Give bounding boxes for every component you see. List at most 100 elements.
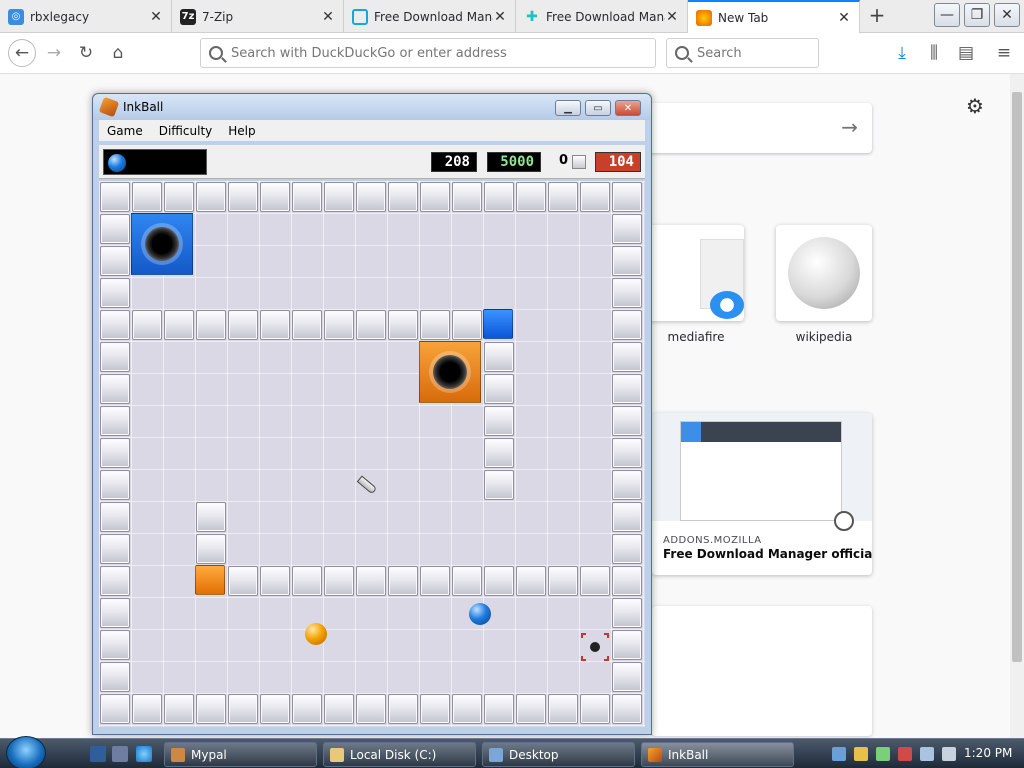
tab-7zip[interactable]: 7z 7-Zip ✕ xyxy=(172,0,344,33)
wall-tile xyxy=(100,342,130,372)
gear-icon[interactable]: ⚙ xyxy=(966,94,984,118)
menu-game[interactable]: Game xyxy=(99,124,151,138)
title-bar[interactable]: InkBall ▁ ▭ ✕ xyxy=(93,94,651,120)
task-local-disk[interactable]: Local Disk (C:) xyxy=(323,742,476,767)
wall-tile xyxy=(164,182,194,212)
close-icon[interactable]: ✕ xyxy=(837,10,851,26)
wall-tile xyxy=(612,470,642,500)
wall-tile xyxy=(100,566,130,596)
game-board[interactable] xyxy=(99,181,645,727)
blue-block xyxy=(483,309,513,339)
wall-tile xyxy=(132,182,162,212)
wall-tile xyxy=(580,566,610,596)
volume-icon[interactable] xyxy=(942,747,956,761)
wall-tile xyxy=(612,214,642,244)
close-icon[interactable]: ✕ xyxy=(665,9,679,25)
ie-icon[interactable] xyxy=(136,746,152,762)
wall-tile xyxy=(324,694,354,724)
menu-difficulty[interactable]: Difficulty xyxy=(151,124,221,138)
orange-block xyxy=(195,565,225,595)
network-icon[interactable] xyxy=(876,747,890,761)
scrollbar-thumb[interactable] xyxy=(1012,92,1022,662)
address-bar[interactable] xyxy=(200,38,656,68)
home-icon[interactable]: ⌂ xyxy=(106,41,130,65)
alert-icon[interactable] xyxy=(898,747,912,761)
wall-tile xyxy=(292,566,322,596)
tray-icon[interactable] xyxy=(832,747,846,761)
switch-windows-icon[interactable] xyxy=(112,746,128,762)
restore-button[interactable]: ❐ xyxy=(964,3,990,27)
minimize-button[interactable]: — xyxy=(934,3,960,27)
wall-tile xyxy=(324,182,354,212)
wall-tile xyxy=(260,694,290,724)
forward-arrow-icon[interactable]: → xyxy=(42,41,66,65)
wall-tile xyxy=(196,502,226,532)
wall-tile xyxy=(228,182,258,212)
arrow-right-icon[interactable]: → xyxy=(841,115,858,139)
wall-tile xyxy=(164,310,194,340)
task-label: Mypal xyxy=(191,747,227,762)
tab-fdm-2[interactable]: ✚ Free Download Mana ✕ xyxy=(516,0,688,33)
wall-tile xyxy=(100,598,130,628)
shield-icon[interactable] xyxy=(854,747,868,761)
maximize-button[interactable]: ▭ xyxy=(585,100,611,116)
search-input[interactable] xyxy=(697,45,818,61)
close-icon[interactable]: ✕ xyxy=(149,9,163,25)
wall-tile xyxy=(196,182,226,212)
task-label: InkBall xyxy=(668,747,709,762)
minimize-button[interactable]: ▁ xyxy=(555,100,581,116)
wall-tile xyxy=(100,502,130,532)
reload-icon[interactable]: ↻ xyxy=(74,41,98,65)
new-tab-button[interactable]: + xyxy=(866,5,888,27)
search-icon xyxy=(209,46,223,60)
wall-tile xyxy=(100,534,130,564)
wall-tile xyxy=(100,438,130,468)
wall-tile xyxy=(100,310,130,340)
menu-icon[interactable]: ≡ xyxy=(992,41,1016,65)
wall-tile xyxy=(484,470,514,500)
close-button[interactable]: ✕ xyxy=(615,100,641,116)
sidebar-icon[interactable]: ▤ xyxy=(954,41,978,65)
desktop-icon xyxy=(489,747,503,762)
highlight-card[interactable]: ADDONS.MOZILLA Free Download Manager off… xyxy=(652,413,872,575)
download-icon[interactable]: ⤓ xyxy=(890,41,914,65)
tab-new-tab[interactable]: New Tab ✕ xyxy=(688,0,860,34)
wall-tile xyxy=(260,182,290,212)
wall-tile xyxy=(388,566,418,596)
card-source: ADDONS.MOZILLA xyxy=(663,535,762,546)
tab-label: 7-Zip xyxy=(202,9,234,24)
wall-tile xyxy=(580,182,610,212)
next-ball xyxy=(108,154,126,172)
start-button[interactable] xyxy=(6,736,46,768)
orange-hole xyxy=(419,341,481,403)
search-box[interactable]: → xyxy=(640,103,872,153)
url-input[interactable] xyxy=(231,45,655,61)
wall-tile xyxy=(612,438,642,468)
task-mypal[interactable]: Mypal xyxy=(164,742,317,767)
monitor-icon[interactable] xyxy=(920,747,934,761)
tab-fdm-1[interactable]: Free Download Mana ✕ xyxy=(344,0,516,33)
wall-tile xyxy=(260,566,290,596)
close-window-button[interactable]: ✕ xyxy=(994,3,1020,27)
library-icon[interactable]: ⫼ xyxy=(922,41,946,65)
tab-rbxlegacy[interactable]: ◎ rbxlegacy ✕ xyxy=(0,0,172,33)
highlight-card[interactable] xyxy=(652,606,872,736)
wall-tile xyxy=(484,342,514,372)
fdm-icon xyxy=(352,8,368,25)
close-icon[interactable]: ✕ xyxy=(493,9,507,25)
top-site-mediafire[interactable] xyxy=(648,225,744,321)
show-desktop-icon[interactable] xyxy=(90,746,106,762)
wall-tile xyxy=(484,566,514,596)
menu-help[interactable]: Help xyxy=(220,124,263,138)
top-site-wikipedia[interactable] xyxy=(776,225,872,321)
wall-tile xyxy=(420,566,450,596)
wall-tile xyxy=(228,310,258,340)
close-icon[interactable]: ✕ xyxy=(321,9,335,25)
task-inkball[interactable]: InkBall xyxy=(641,742,794,767)
task-desktop[interactable]: Desktop xyxy=(482,742,635,767)
scrollbar[interactable] xyxy=(1010,74,1024,738)
wall-tile xyxy=(100,374,130,404)
search-bar[interactable] xyxy=(666,38,819,68)
back-arrow-icon[interactable]: ← xyxy=(8,39,36,67)
wall-tile xyxy=(100,662,130,692)
